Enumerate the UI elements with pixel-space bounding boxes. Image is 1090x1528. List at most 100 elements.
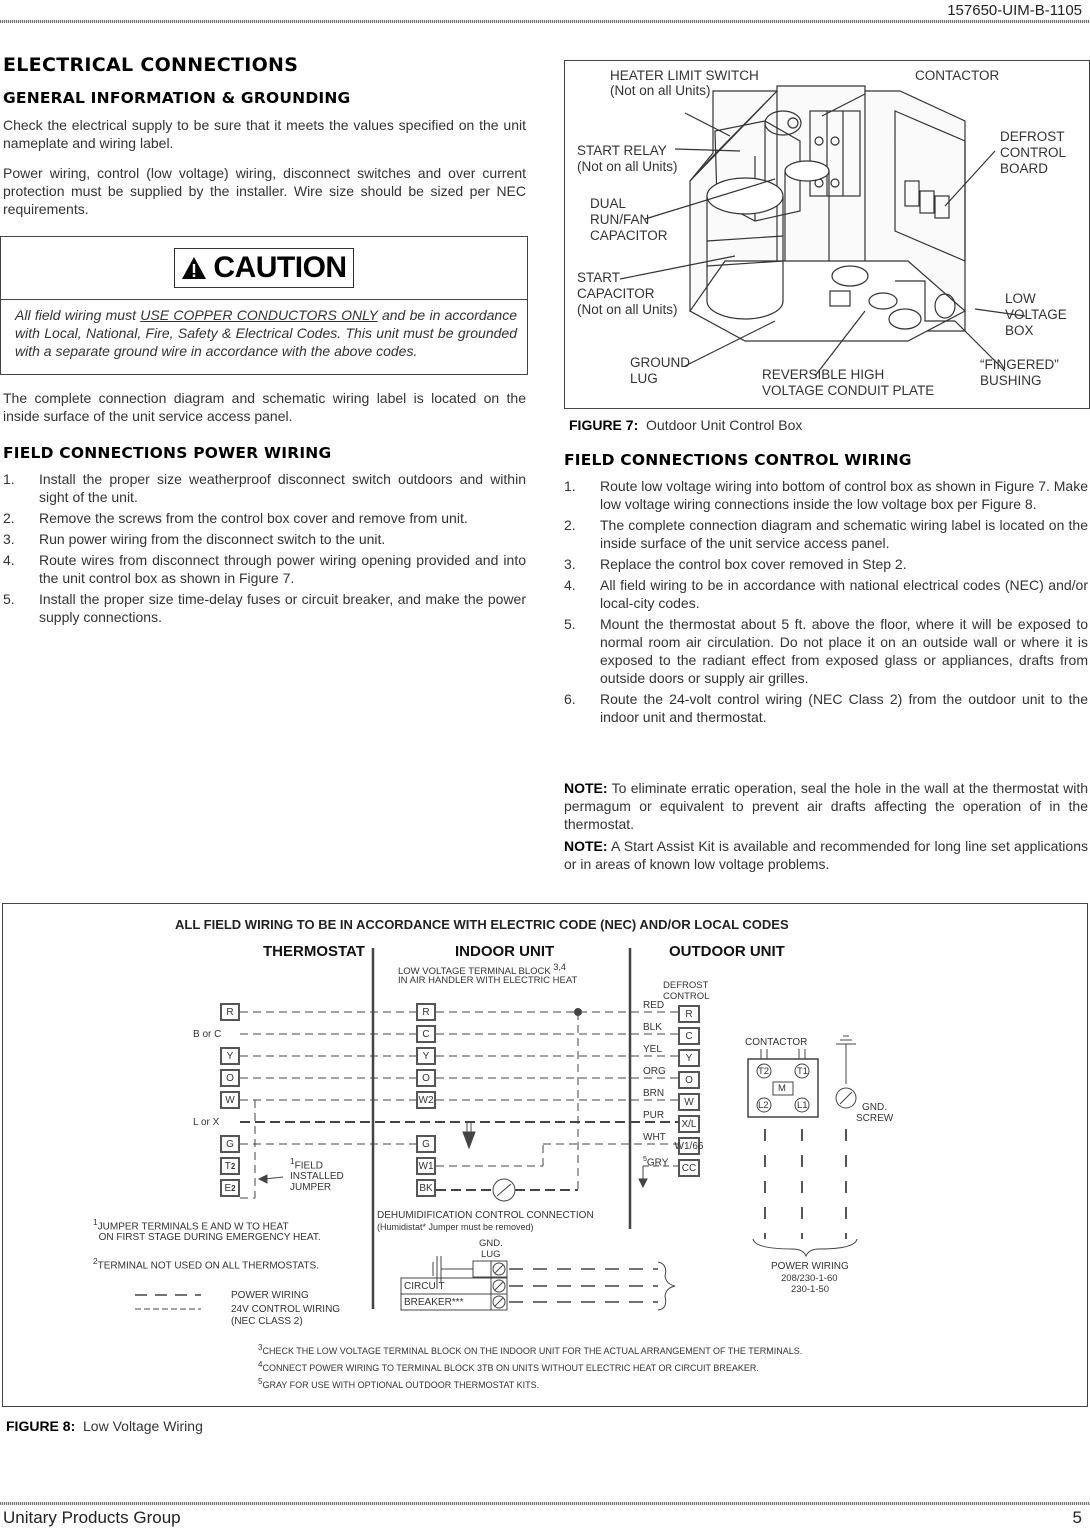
list-item: 3. Run power wiring from the disconnect s… bbox=[3, 530, 526, 548]
control-wiring-steps: 1. Route low voltage wiring into bottom o… bbox=[564, 477, 1088, 729]
thermostat-terminal-y: Y bbox=[220, 1047, 240, 1065]
list-item-number: 2. bbox=[3, 510, 15, 526]
footer-company: Unitary Products Group bbox=[3, 1508, 181, 1527]
list-item-text: Mount the thermostat about 5 ft. above t… bbox=[600, 616, 1088, 686]
wire-color-yel: YEL bbox=[643, 1044, 662, 1055]
label-lug: LUG bbox=[630, 371, 658, 386]
page-number: 5 bbox=[1072, 1508, 1082, 1527]
label-box: BOX bbox=[1005, 323, 1034, 338]
label-dual: DUAL bbox=[590, 196, 627, 211]
contactor-m: M bbox=[778, 1083, 786, 1094]
general-info-p1: Check the electrical supply to be sure t… bbox=[3, 117, 526, 151]
label-contactor: CONTACTOR bbox=[915, 68, 1000, 83]
thermostat-terminal-t: T2 bbox=[220, 1157, 240, 1175]
list-item-text: Route wires from disconnect through powe… bbox=[39, 552, 526, 586]
wire-color-org: ORG bbox=[643, 1066, 666, 1077]
outdoor-terminal-w1-66: W1/66 bbox=[675, 1137, 703, 1155]
footnote-4: 4CONNECT POWER WIRING TO TERMINAL BLOCK … bbox=[258, 1360, 759, 1373]
indoor-terminal-w2: W2 bbox=[416, 1091, 436, 1109]
power-wiring-heading: FIELD CONNECTIONS POWER WIRING bbox=[3, 444, 332, 462]
footnote-2: 2TERMINAL NOT USED ON ALL THERMOSTATS. bbox=[93, 1256, 319, 1272]
wire-color-wht: WHT bbox=[643, 1132, 666, 1143]
gnd-lug-label-2: LUG bbox=[481, 1249, 501, 1260]
dehumidification-label: DEHUMIDIFICATION CONTROL CONNECTION bbox=[377, 1210, 594, 1221]
legend-nec-class: (NEC CLASS 2) bbox=[231, 1316, 303, 1327]
figure-8-caption: FIGURE 8: Low Voltage Wiring bbox=[6, 1418, 203, 1434]
general-info-heading: GENERAL INFORMATION & GROUNDING bbox=[3, 89, 351, 107]
label-defrost: DEFROST bbox=[1000, 129, 1065, 144]
label-heater-limit-switch: HEATER LIMIT SWITCH bbox=[610, 68, 759, 83]
outdoor-terminal-c: C bbox=[678, 1027, 700, 1045]
list-item-text: Run power wiring from the disconnect swi… bbox=[39, 531, 386, 547]
outdoor-terminal-w: W bbox=[678, 1093, 700, 1111]
footnote-3: 3CHECK THE LOW VOLTAGE TERMINAL BLOCK ON… bbox=[258, 1343, 803, 1356]
figure-7-control-box: HEATER LIMIT SWITCH (Not on all Units) C… bbox=[564, 60, 1090, 409]
power-wiring-steps: 1. Install the proper size weatherproof d… bbox=[3, 470, 526, 629]
wire-color-red: RED bbox=[643, 1000, 665, 1011]
caution-text: All field wiring must USE COPPER CONDUCT… bbox=[15, 307, 518, 359]
outdoor-terminal-r: R bbox=[678, 1005, 700, 1023]
indoor-terminal-bk: BK bbox=[416, 1179, 436, 1197]
list-item-number: 3. bbox=[3, 531, 15, 547]
figure-7-caption: FIGURE 7: Outdoor Unit Control Box bbox=[569, 417, 803, 433]
list-item: 1. Install the proper size weatherproof d… bbox=[3, 470, 526, 506]
label-start-capacitor-note: (Not on all Units) bbox=[577, 302, 678, 317]
list-item-number: 1. bbox=[564, 478, 576, 494]
list-item-number: 6. bbox=[564, 691, 576, 707]
outdoor-terminal-y: Y bbox=[678, 1049, 700, 1067]
list-item-number: 1. bbox=[3, 471, 15, 487]
connection-diagram-note: The complete connection diagram and sche… bbox=[3, 390, 526, 424]
jumper-label: 1FIELD INSTALLED JUMPER bbox=[290, 1156, 344, 1194]
contactor-l1: L1 bbox=[797, 1100, 808, 1111]
label-ground: GROUND bbox=[630, 355, 690, 370]
thermostat-terminal-o: O bbox=[220, 1069, 240, 1087]
label-capacitor: CAPACITOR bbox=[590, 228, 668, 243]
list-item-text: The complete connection diagram and sche… bbox=[600, 517, 1088, 551]
list-item: 5. Install the proper size time-delay fus… bbox=[3, 590, 526, 626]
footnote-1: 1JUMPER TERMINALS E AND W TO HEAT ON FIR… bbox=[93, 1217, 321, 1244]
wire-color-brn: BRN bbox=[643, 1088, 665, 1099]
legend-control-wiring: 24V CONTROL WIRING bbox=[231, 1304, 341, 1315]
outdoor-terminal-cc: CC bbox=[678, 1159, 700, 1177]
label-voltage: VOLTAGE bbox=[1005, 307, 1067, 322]
wiring-lines bbox=[135, 948, 858, 1311]
thermostat-terminal-r: R bbox=[220, 1003, 240, 1021]
list-item: 5. Mount the thermostat about 5 ft. above… bbox=[564, 615, 1088, 687]
label-start-capacitor-2: CAPACITOR bbox=[577, 286, 655, 301]
list-item-number: 2. bbox=[564, 517, 576, 533]
indoor-terminal-g: G bbox=[416, 1135, 436, 1153]
power-wiring-label: POWER WIRING bbox=[771, 1261, 849, 1272]
label-bushing: BUSHING bbox=[980, 373, 1042, 388]
caution-box: CAUTION All field wiring must USE COPPER… bbox=[0, 236, 528, 375]
indoor-terminal-w1: W1 bbox=[416, 1157, 436, 1175]
label-defrost-control: CONTROL bbox=[1000, 145, 1067, 160]
warning-triangle-icon bbox=[182, 257, 207, 279]
label-start-relay: START RELAY bbox=[577, 143, 667, 158]
control-wiring-heading: FIELD CONNECTIONS CONTROL WIRING bbox=[564, 451, 912, 469]
circuit-label: CIRCUIT bbox=[404, 1281, 445, 1292]
list-item-number: 5. bbox=[3, 591, 15, 607]
contactor-t1: T1 bbox=[797, 1066, 809, 1077]
list-item-text: Remove the screws from the control box c… bbox=[39, 510, 468, 526]
indoor-terminal-y: Y bbox=[416, 1047, 436, 1065]
thermostat-terminal-label: L or X bbox=[193, 1117, 220, 1128]
indoor-terminal-c: C bbox=[416, 1025, 436, 1043]
label-run-fan: RUN/FAN bbox=[590, 212, 650, 227]
copper-only-emphasis: USE COPPER CONDUCTORS ONLY bbox=[140, 307, 378, 323]
label-conduit-plate: VOLTAGE CONDUIT PLATE bbox=[762, 383, 935, 398]
caution-header: CAUTION bbox=[1, 237, 527, 300]
thermostat-terminal-g: G bbox=[220, 1135, 240, 1153]
outdoor-terminal-o: O bbox=[678, 1071, 700, 1089]
list-item: 4. Route wires from disconnect through po… bbox=[3, 551, 526, 587]
label-start-capacitor: START bbox=[577, 270, 621, 285]
indoor-terminal-r: R bbox=[416, 1003, 436, 1021]
indoor-terminal-o: O bbox=[416, 1069, 436, 1087]
gnd-lug-label-1: GND. bbox=[479, 1238, 503, 1249]
power-wiring-spec-1: 208/230-1-60 bbox=[781, 1273, 838, 1284]
list-item: 2. The complete connection diagram and sc… bbox=[564, 516, 1088, 552]
footnote-5: 5GRAY FOR USE WITH OPTIONAL OUTDOOR THER… bbox=[258, 1377, 540, 1390]
label-low: LOW bbox=[1005, 291, 1036, 306]
label-start-relay-note: (Not on all Units) bbox=[577, 159, 678, 174]
outdoor-terminal-x-l: X/L bbox=[678, 1115, 700, 1133]
label-defrost-board: BOARD bbox=[1000, 161, 1049, 176]
